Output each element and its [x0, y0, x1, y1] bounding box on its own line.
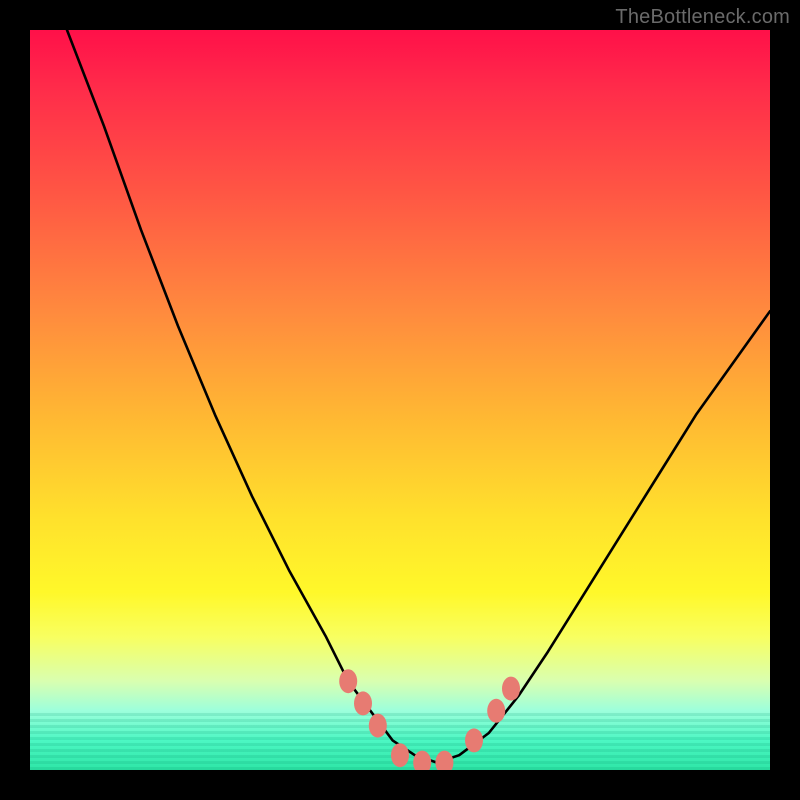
marker-right-3 [502, 677, 520, 701]
marker-bottom-1 [391, 743, 409, 767]
marker-left-1 [339, 669, 357, 693]
marker-right-1 [465, 728, 483, 752]
curve-layer [30, 30, 770, 770]
watermark-text: TheBottleneck.com [615, 6, 790, 29]
marker-bottom-2 [413, 751, 431, 770]
bottleneck-curve [67, 30, 770, 763]
marker-left-3 [369, 714, 387, 738]
chart-frame: TheBottleneck.com [0, 0, 800, 800]
plot-area [30, 30, 770, 770]
marker-left-2 [354, 691, 372, 715]
curve-markers [339, 669, 520, 770]
marker-right-2 [487, 699, 505, 723]
marker-bottom-3 [435, 751, 453, 770]
green-band-stripes [30, 710, 770, 770]
